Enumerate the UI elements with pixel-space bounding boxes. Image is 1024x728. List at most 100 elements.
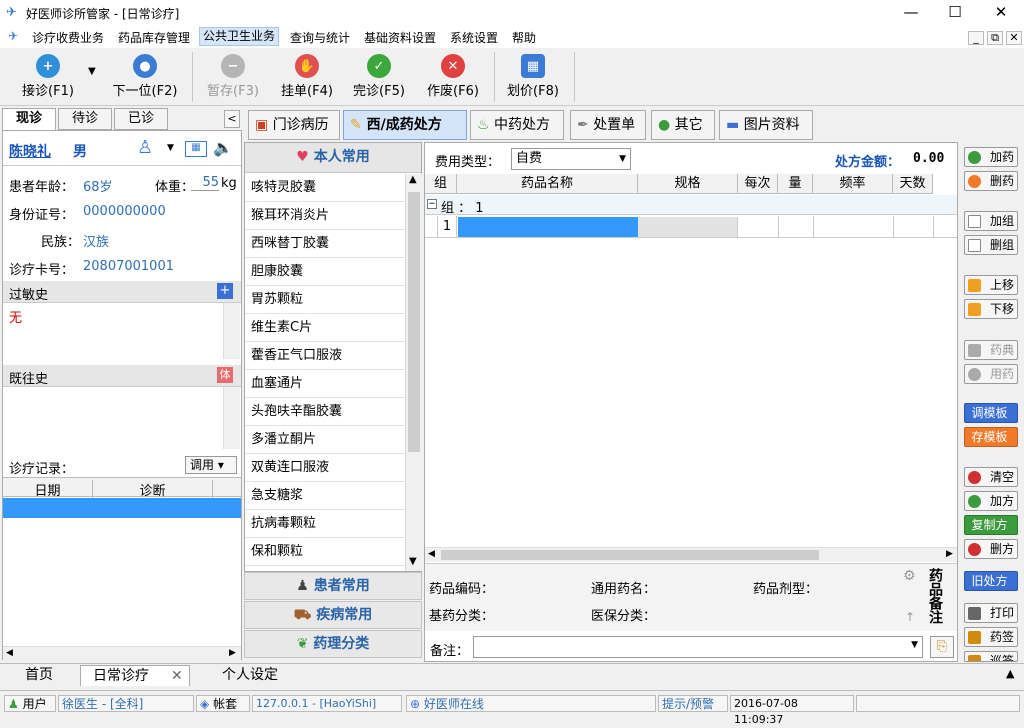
history-badge-button[interactable]: 体: [217, 367, 233, 383]
receive-button[interactable]: + 接诊(F1): [14, 50, 82, 104]
list-item[interactable]: 急支糖浆: [245, 482, 405, 510]
maximize-button[interactable]: ☐: [940, 3, 970, 21]
move-down-button[interactable]: 下移: [964, 299, 1018, 319]
mdi-close-button[interactable]: ✕: [1006, 31, 1022, 45]
tab-current[interactable]: 现诊: [2, 108, 56, 130]
void-button[interactable]: ✕ 作废(F6): [420, 50, 486, 104]
records-hscrollbar[interactable]: ◀ ▶: [3, 646, 241, 660]
fee-type-select[interactable]: 自费 ▼: [511, 148, 631, 170]
list-item[interactable]: 保和颗粒: [245, 538, 405, 566]
hint-warning[interactable]: 提示/预警: [658, 695, 728, 712]
menu-help[interactable]: 帮助: [512, 29, 536, 46]
menu-public-health[interactable]: 公共卫生业务: [199, 27, 280, 46]
history-scrollbar[interactable]: [223, 387, 240, 449]
finish-button[interactable]: ✓ 完诊(F5): [346, 50, 412, 104]
chevron-down-icon[interactable]: ▼: [911, 640, 918, 650]
list-item[interactable]: 西咪替丁胶囊: [245, 230, 405, 258]
group-row[interactable]: − 组 ： 1: [425, 195, 957, 216]
tab-daily-clinic[interactable]: 日常诊疗 ✕: [80, 665, 190, 686]
arrow-up-icon[interactable]: ↑: [905, 610, 915, 624]
chevron-down-icon[interactable]: ▼: [167, 143, 174, 153]
collapse-icon[interactable]: −: [427, 199, 437, 209]
list-item[interactable]: 双黄连口服液: [245, 454, 405, 482]
delete-drug-button[interactable]: 删药: [964, 171, 1018, 191]
grid-hscrollbar[interactable]: ◀ ▶: [425, 547, 957, 562]
list-item[interactable]: 藿香正气口服液: [245, 342, 405, 370]
list-item[interactable]: 胆康胶囊: [245, 258, 405, 286]
mdi-restore-button[interactable]: ⧉: [987, 31, 1003, 45]
list-item[interactable]: 胃苏颗粒: [245, 286, 405, 314]
receive-dropdown-icon[interactable]: ▼: [88, 66, 96, 77]
usage-button[interactable]: 用药: [964, 364, 1018, 384]
pharmacopeia-button[interactable]: 药典: [964, 340, 1018, 360]
list-item[interactable]: 咳特灵胶囊: [245, 174, 405, 202]
patient-name[interactable]: 陈晓礼: [9, 141, 51, 161]
menu-clinic[interactable]: 诊疗收费业务: [32, 29, 104, 46]
print-button[interactable]: 打印: [964, 603, 1018, 623]
list-item[interactable]: 多潘立酮片: [245, 426, 405, 454]
tab-other[interactable]: ● 其它: [651, 110, 715, 140]
tab-waiting[interactable]: 待诊: [58, 108, 112, 130]
tab-personal-settings[interactable]: 个人设定: [200, 665, 300, 686]
person-icon[interactable]: ♙: [137, 137, 153, 158]
load-template-button[interactable]: 调模板: [964, 403, 1018, 423]
tab-home[interactable]: 首页: [6, 665, 72, 686]
collapse-left-panel-button[interactable]: <: [224, 110, 240, 128]
clear-button[interactable]: 清空: [964, 467, 1018, 487]
remark-pick-button[interactable]: ⎘: [930, 636, 954, 658]
tab-images[interactable]: ▬ 图片资料: [719, 110, 813, 140]
scroll-thumb[interactable]: [408, 192, 420, 452]
close-icon[interactable]: ✕: [171, 666, 183, 686]
save-template-button[interactable]: 存模板: [964, 427, 1018, 447]
tab-treatment[interactable]: ✒ 处置单: [570, 110, 646, 140]
card-reader-icon[interactable]: ▦: [185, 141, 207, 157]
minimize-button[interactable]: —: [896, 3, 926, 21]
disease-common-button[interactable]: ⛟ 疾病常用: [244, 601, 422, 629]
copy-rx-button[interactable]: 复制方: [964, 515, 1018, 535]
scroll-thumb[interactable]: [441, 550, 819, 560]
drug-name-cell[interactable]: [458, 217, 638, 237]
records-call-dropdown[interactable]: 调用 ▾: [185, 456, 237, 474]
list-item[interactable]: 猴耳环消炎片: [245, 202, 405, 230]
menu-query[interactable]: 查询与统计: [290, 29, 350, 46]
add-group-button[interactable]: 加组: [964, 211, 1018, 231]
menu-app-icon[interactable]: ✈: [8, 29, 18, 43]
list-item[interactable]: 维生素C片: [245, 314, 405, 342]
tab-outpatient-record[interactable]: ▣ 门诊病历: [248, 110, 340, 140]
hang-order-button[interactable]: ✋ 挂单(F4): [274, 50, 340, 104]
weight-field[interactable]: 55: [191, 175, 219, 191]
table-row[interactable]: [3, 498, 241, 518]
patient-common-button[interactable]: ♟ 患者常用: [244, 572, 422, 600]
pharmacology-button[interactable]: ❦ 药理分类: [244, 630, 422, 658]
scroll-down-icon[interactable]: ▼: [409, 556, 417, 567]
menu-system[interactable]: 系统设置: [450, 29, 498, 46]
table-row[interactable]: 1: [425, 216, 957, 238]
add-rx-button[interactable]: 加方: [964, 491, 1018, 511]
list-item[interactable]: 头孢呋辛酯胶囊: [245, 398, 405, 426]
list-item[interactable]: 血塞通片: [245, 370, 405, 398]
tab-done[interactable]: 已诊: [114, 108, 168, 130]
tab-chinese-rx[interactable]: ♨ 中药处方: [470, 110, 564, 140]
mdi-minimize-button[interactable]: _: [968, 31, 984, 45]
gear-icon[interactable]: ⚙: [903, 568, 916, 584]
pause-button[interactable]: − 暂存(F3): [200, 50, 266, 104]
tab-western-rx[interactable]: ✎ 西/成药处方: [343, 110, 467, 140]
menu-pharmacy[interactable]: 药品库存管理: [118, 29, 190, 46]
my-common-header[interactable]: ♥ 本人常用: [245, 143, 421, 173]
price-button[interactable]: ▦ 划价(F8): [500, 50, 566, 104]
allergy-scrollbar[interactable]: [223, 303, 240, 359]
move-up-button[interactable]: 上移: [964, 275, 1018, 295]
speaker-icon[interactable]: 🔈: [213, 138, 233, 157]
close-button[interactable]: ✕: [986, 3, 1016, 21]
drug-label-button[interactable]: 药签: [964, 627, 1018, 647]
tour-label-button[interactable]: 巡签: [964, 651, 1018, 662]
drug-list-scrollbar[interactable]: ▲ ▼: [405, 174, 422, 571]
scroll-up-icon[interactable]: ▲: [1006, 667, 1014, 680]
scroll-up-icon[interactable]: ▲: [409, 174, 417, 185]
add-allergy-button[interactable]: +: [217, 283, 233, 299]
old-rx-button[interactable]: 旧处方: [964, 571, 1018, 591]
delete-group-button[interactable]: 删组: [964, 235, 1018, 255]
allergy-value[interactable]: 无: [9, 307, 22, 326]
remark-input[interactable]: ▼: [473, 636, 923, 658]
list-item[interactable]: 抗病毒颗粒: [245, 510, 405, 538]
